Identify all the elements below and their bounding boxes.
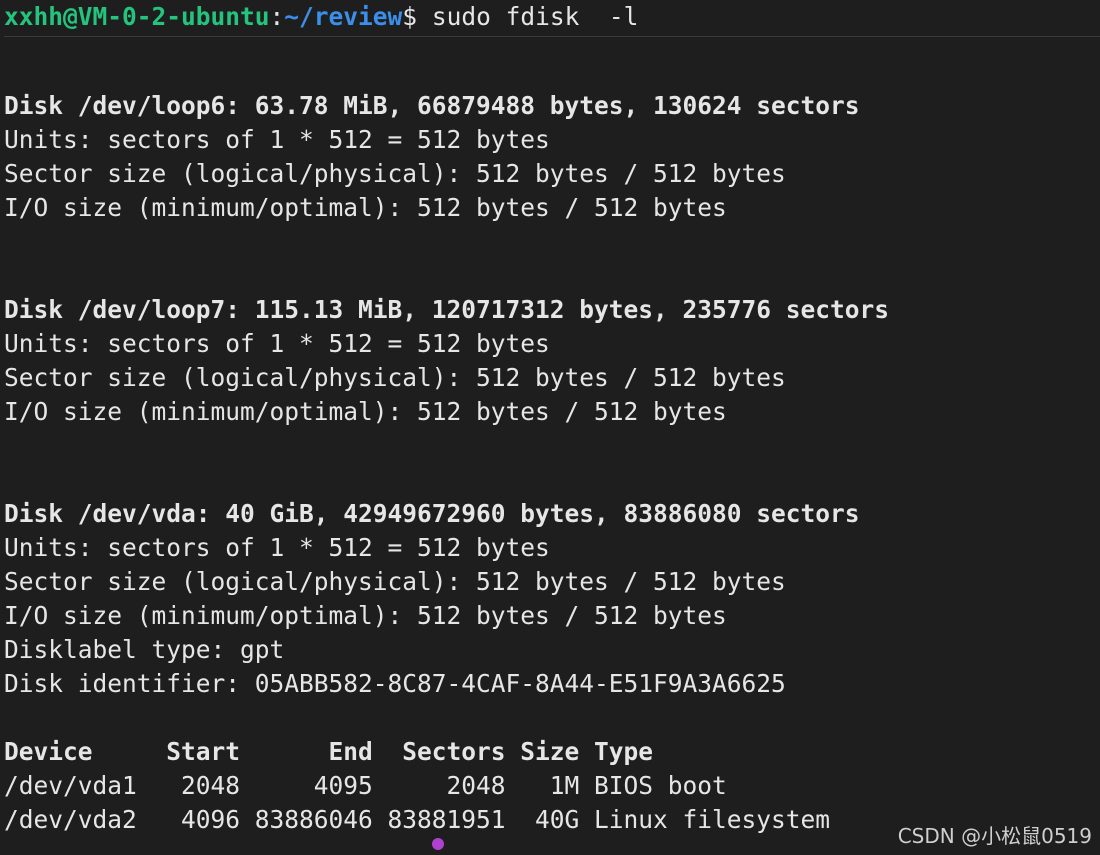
disk-units: Units: sectors of 1 * 512 = 512 bytes [4, 533, 550, 562]
prompt-user-host: xxhh@VM-0-2-ubuntu [4, 2, 270, 31]
disk-io-size: I/O size (minimum/optimal): 512 bytes / … [4, 193, 727, 222]
disk-io-size: I/O size (minimum/optimal): 512 bytes / … [4, 397, 727, 426]
disk-sector-size: Sector size (logical/physical): 512 byte… [4, 159, 786, 188]
disk-identifier: Disk identifier: 05ABB582-8C87-4CAF-8A44… [4, 669, 786, 698]
partition-table-header: Device Start End Sectors Size Type [4, 737, 654, 766]
disk-io-size: I/O size (minimum/optimal): 512 bytes / … [4, 601, 727, 630]
watermark: CSDN @小松鼠0519 [895, 820, 1094, 849]
prompt-command: sudo fdisk -l [417, 2, 639, 31]
disk-units: Units: sectors of 1 * 512 = 512 bytes [4, 125, 550, 154]
terminal-window[interactable]: xxhh@VM-0-2-ubuntu:~/review$ sudo fdisk … [0, 0, 1100, 855]
disk-sector-size: Sector size (logical/physical): 512 byte… [4, 363, 786, 392]
disk-units: Units: sectors of 1 * 512 = 512 bytes [4, 329, 550, 358]
prompt-path: ~/review [284, 2, 403, 31]
disk-label-type: Disklabel type: gpt [4, 635, 285, 664]
mouse-cursor-marker [432, 838, 444, 850]
disk-header: Disk /dev/vda: 40 GiB, 42949672960 bytes… [4, 499, 860, 528]
prompt-colon: : [269, 2, 285, 31]
partition-row: /dev/vda1 2048 4095 2048 1M BIOS boot [4, 771, 727, 800]
disk-header: Disk /dev/loop7: 115.13 MiB, 120717312 b… [4, 295, 890, 324]
disk-header: Disk /dev/loop6: 63.78 MiB, 66879488 byt… [4, 91, 860, 120]
shell-prompt: xxhh@VM-0-2-ubuntu:~/review$ sudo fdisk … [4, 0, 1100, 37]
disk-sector-size: Sector size (logical/physical): 512 byte… [4, 567, 786, 596]
prompt-dollar: $ [402, 2, 418, 31]
